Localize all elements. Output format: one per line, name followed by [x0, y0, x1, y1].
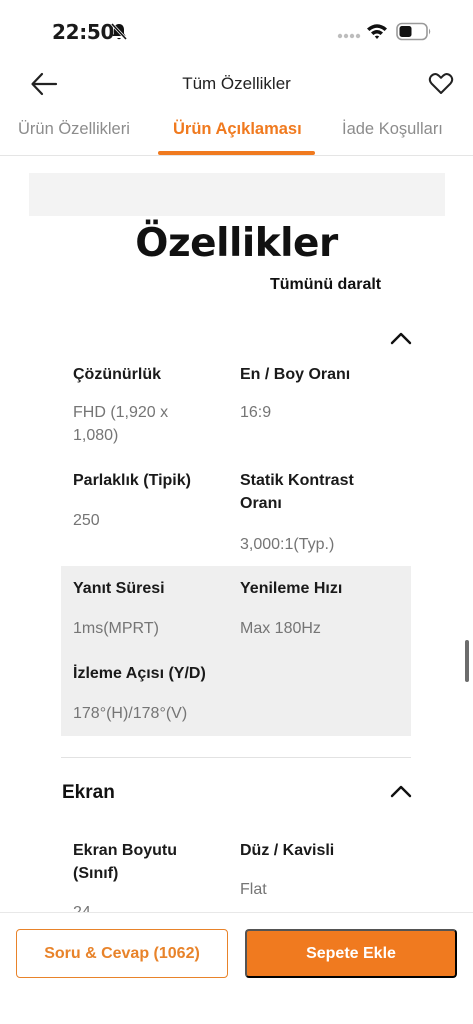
group-title-screen[interactable]: Ekran	[62, 782, 115, 804]
bell-slash-icon	[110, 22, 128, 41]
battery-icon	[396, 22, 431, 41]
spec-value: 16:9	[240, 404, 272, 421]
spec-label: İzleme Açısı (Y/D)	[73, 665, 206, 682]
spec-value: FHD (1,920 x 1,080)	[73, 404, 169, 444]
spec-label: Yanıt Süresi	[73, 580, 165, 597]
heart-icon[interactable]	[428, 71, 454, 97]
bottom-action-bar: Soru & Cevap (1062) Sepete Ekle	[0, 912, 473, 1024]
content-banner-strip	[29, 173, 445, 216]
spec-label: Ekran Boyutu (Sınıf)	[73, 842, 178, 882]
spec-value: 250	[73, 512, 100, 529]
wifi-icon	[367, 24, 387, 39]
scrollbar-thumb[interactable]	[465, 640, 469, 682]
status-time: 22:50	[52, 20, 115, 44]
chevron-up-icon[interactable]	[390, 331, 412, 345]
page-title: Tüm Özellikler	[182, 74, 291, 93]
spec-label: Düz / Kavisli	[240, 842, 335, 859]
tab-product-description[interactable]: Ürün Açıklaması	[173, 120, 302, 139]
specs-heading: Özellikler	[135, 221, 338, 266]
tab-return-policy[interactable]: İade Koşulları	[342, 120, 443, 139]
section-divider	[61, 757, 411, 758]
spec-value: Max 180Hz	[240, 620, 321, 637]
tab-product-specs[interactable]: Ürün Özellikleri	[18, 120, 130, 139]
spec-label: Parlaklık (Tipik)	[73, 472, 191, 489]
chevron-up-icon[interactable]	[390, 784, 412, 798]
top-app-bar: Tüm Özellikler	[0, 62, 473, 106]
spec-value: 1ms(MPRT)	[73, 620, 159, 637]
spec-value: 178°(H)/178°(V)	[73, 705, 188, 722]
qa-button[interactable]: Soru & Cevap (1062)	[16, 929, 228, 978]
spec-value: Flat	[240, 881, 267, 898]
spec-value: 3,000:1(Typ.)	[240, 536, 335, 553]
active-tab-indicator	[158, 151, 315, 155]
tab-bar: Ürün Özellikleri Ürün Açıklaması İade Ko…	[0, 108, 473, 156]
spec-label: Yenileme Hızı	[240, 580, 343, 597]
signal-icon	[337, 33, 361, 39]
spec-label: Çözünürlük	[73, 366, 161, 383]
status-bar: 22:50	[0, 0, 473, 62]
spec-label: En / Boy Oranı	[240, 366, 351, 383]
spec-label: Statik Kontrast Oranı	[240, 472, 354, 512]
add-to-cart-button[interactable]: Sepete Ekle	[245, 929, 457, 978]
collapse-all-link[interactable]: Tümünü daralt	[270, 276, 381, 294]
